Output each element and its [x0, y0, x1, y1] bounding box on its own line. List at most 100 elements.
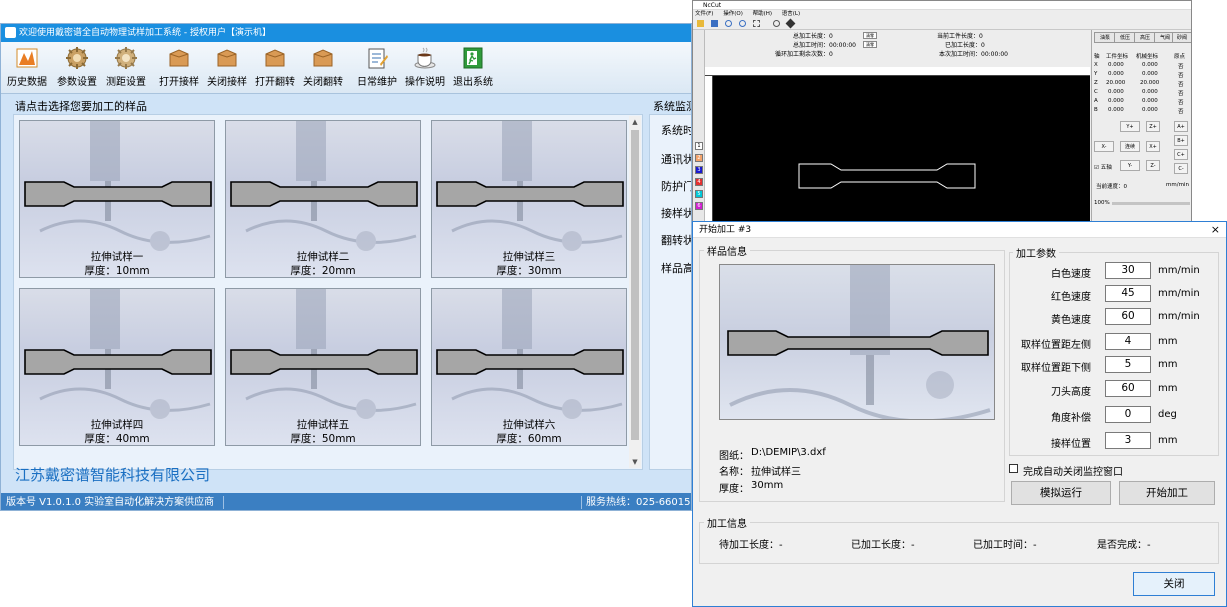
color-swatch-cyan[interactable]: 5 — [695, 190, 703, 198]
sample-card-3[interactable]: 拉伸试样三 厚度：30mm — [431, 120, 627, 278]
color-swatch-orange[interactable]: 2 — [695, 154, 703, 162]
left-offset-input[interactable]: 4 — [1105, 333, 1151, 350]
name-label: 名称： — [719, 467, 749, 478]
simulate-run-button[interactable]: 模拟运行 — [1011, 481, 1111, 505]
save-icon[interactable] — [711, 20, 718, 27]
jog-z-plus-button[interactable]: Z+ — [1146, 121, 1160, 132]
jog-y-minus-button[interactable]: Y- — [1120, 160, 1140, 171]
sample-list-scrollbar[interactable]: ▲ ▼ — [629, 116, 641, 468]
angle-comp-input[interactable]: 0 — [1105, 406, 1151, 423]
maintenance-button[interactable]: 日常维护 — [356, 46, 398, 90]
high-pressure-button[interactable]: 高压 — [1134, 32, 1156, 43]
receive-position-unit: mm — [1158, 435, 1178, 446]
open-flip-button[interactable]: 打开翻转 — [254, 46, 296, 90]
start-process-button[interactable]: 开始加工 — [1119, 481, 1215, 505]
current-workpiece-length: 当前工件长度：0 — [937, 33, 983, 40]
jog-c-minus-button[interactable]: C- — [1174, 163, 1188, 174]
scrollbar-thumb[interactable] — [631, 130, 639, 440]
bottom-offset-input[interactable]: 5 — [1105, 356, 1151, 373]
cutter-height-input[interactable]: 60 — [1105, 380, 1151, 397]
five-axis-checkbox[interactable]: ☑ 五轴 — [1094, 163, 1112, 171]
sand-valve-button[interactable]: 砂阀 — [1172, 32, 1191, 43]
color-swatch-white[interactable]: 1 — [695, 142, 703, 150]
gear-icon — [115, 47, 137, 69]
menu-file[interactable]: 文件(F) — [695, 11, 713, 17]
history-data-button[interactable]: 历史数据 — [7, 46, 47, 90]
menu-language[interactable]: 语言(L) — [782, 11, 800, 17]
sample-card-6[interactable]: 拉伸试样六 厚度：60mm — [431, 288, 627, 446]
cutter-height-label: 刀头高度 — [1051, 387, 1091, 398]
red-speed-input[interactable]: 45 — [1105, 285, 1151, 302]
jog-x-minus-button[interactable]: X- — [1094, 141, 1114, 152]
app-logo-icon — [5, 27, 16, 38]
color-swatch-blue[interactable]: 3 — [695, 166, 703, 174]
monitor-item-receive: 接样状 — [661, 207, 692, 220]
exit-system-button[interactable]: 退出系统 — [452, 46, 494, 90]
sample-name: 拉伸试样四 — [90, 419, 144, 431]
cnc-canvas[interactable] — [713, 76, 1090, 221]
open-file-icon[interactable] — [697, 20, 704, 27]
close-receive-button[interactable]: 关闭接样 — [206, 46, 248, 90]
sample-card-5[interactable]: 拉伸试样五 厚度：50mm — [225, 288, 421, 446]
jog-z-minus-button[interactable]: Z- — [1146, 160, 1160, 171]
jog-a-plus-button[interactable]: A+ — [1174, 121, 1188, 132]
monitor-item-sample-height: 样品高 — [661, 262, 692, 275]
jog-y-plus-button[interactable]: Y+ — [1120, 121, 1140, 132]
machine-coord-header: 机械坐标 — [1136, 54, 1159, 60]
oil-pump-button[interactable]: 油泵 — [1094, 32, 1116, 43]
fit-view-icon[interactable] — [753, 20, 760, 27]
specimen-shape — [24, 349, 212, 375]
speed-percent: 100% — [1094, 200, 1110, 206]
color-swatch-magenta[interactable]: 6 — [695, 202, 703, 210]
clear-length-button[interactable]: 清零 — [863, 32, 877, 39]
main-window: 欢迎使用戴密谱全自动物理试样加工系统 - 授权用户【演示机】 历史数据 参数设置 — [0, 23, 692, 511]
jog-x-plus-button[interactable]: X+ — [1146, 141, 1160, 152]
instructions-button[interactable]: 操作说明 — [404, 46, 446, 90]
close-icon[interactable]: × — [1211, 223, 1220, 237]
cnc-window: NcCut 文件(F) 操作(O) 帮助(H) 语言(L) 1 2 3 4 5 … — [692, 0, 1192, 222]
box-icon — [169, 49, 189, 67]
status-divider — [223, 496, 224, 509]
menu-help[interactable]: 帮助(H) — [753, 11, 772, 17]
open-receive-button[interactable]: 打开接样 — [158, 46, 200, 90]
close-flip-button[interactable]: 关闭翻转 — [302, 46, 344, 90]
specimen-shape — [230, 181, 418, 207]
dialog-title-bar: 开始加工 #3 × — [693, 222, 1226, 238]
process-info-label: 加工信息 — [704, 515, 750, 530]
thickness-label: 厚度： — [719, 484, 749, 495]
box-icon — [217, 49, 237, 67]
scroll-down-icon[interactable]: ▼ — [629, 456, 641, 468]
white-speed-input[interactable]: 30 — [1105, 262, 1151, 279]
distance-settings-button[interactable]: 测距设置 — [105, 46, 147, 90]
receive-position-input[interactable]: 3 — [1105, 432, 1151, 449]
settings-icon[interactable] — [773, 20, 780, 27]
undo-icon[interactable] — [725, 20, 732, 27]
speed-slider[interactable] — [1112, 202, 1190, 205]
jog-b-plus-button[interactable]: B+ — [1174, 135, 1188, 146]
color-swatch-red[interactable]: 4 — [695, 178, 703, 186]
sample-card-2[interactable]: 拉伸试样二 厚度：20mm — [225, 120, 421, 278]
angle-comp-unit: deg — [1158, 409, 1177, 420]
menu-operate[interactable]: 操作(O) — [723, 11, 743, 17]
yellow-speed-input[interactable]: 60 — [1105, 308, 1151, 325]
clear-time-button[interactable]: 清零 — [863, 41, 877, 48]
jog-c-plus-button[interactable]: C+ — [1174, 149, 1188, 160]
eraser-icon[interactable] — [785, 18, 796, 29]
white-speed-label: 白色速度 — [1051, 269, 1091, 280]
scroll-up-icon[interactable]: ▲ — [629, 116, 641, 128]
sample-card-1[interactable]: 拉伸试样一 厚度：10mm — [19, 120, 215, 278]
redo-icon[interactable] — [739, 20, 746, 27]
sample-name: 拉伸试样六 — [502, 419, 556, 431]
close-button[interactable]: 关闭 — [1133, 572, 1215, 596]
notepad-icon — [368, 48, 388, 69]
auto-close-checkbox[interactable] — [1009, 464, 1018, 473]
continuous-button[interactable]: 连续 — [1120, 141, 1140, 152]
sample-thickness: 厚度：60mm — [496, 433, 562, 445]
low-pressure-button[interactable]: 低压 — [1114, 32, 1136, 43]
yellow-speed-label: 黄色速度 — [1051, 315, 1091, 326]
version-text: 版本号 V1.0.1.0 实验室自动化解决方案供应商 — [6, 497, 215, 508]
sample-thickness: 厚度：30mm — [496, 265, 562, 277]
sample-card-4[interactable]: 拉伸试样四 厚度：40mm — [19, 288, 215, 446]
main-window-title: 欢迎使用戴密谱全自动物理试样加工系统 - 授权用户【演示机】 — [19, 28, 271, 38]
param-settings-button[interactable]: 参数设置 — [56, 46, 98, 90]
